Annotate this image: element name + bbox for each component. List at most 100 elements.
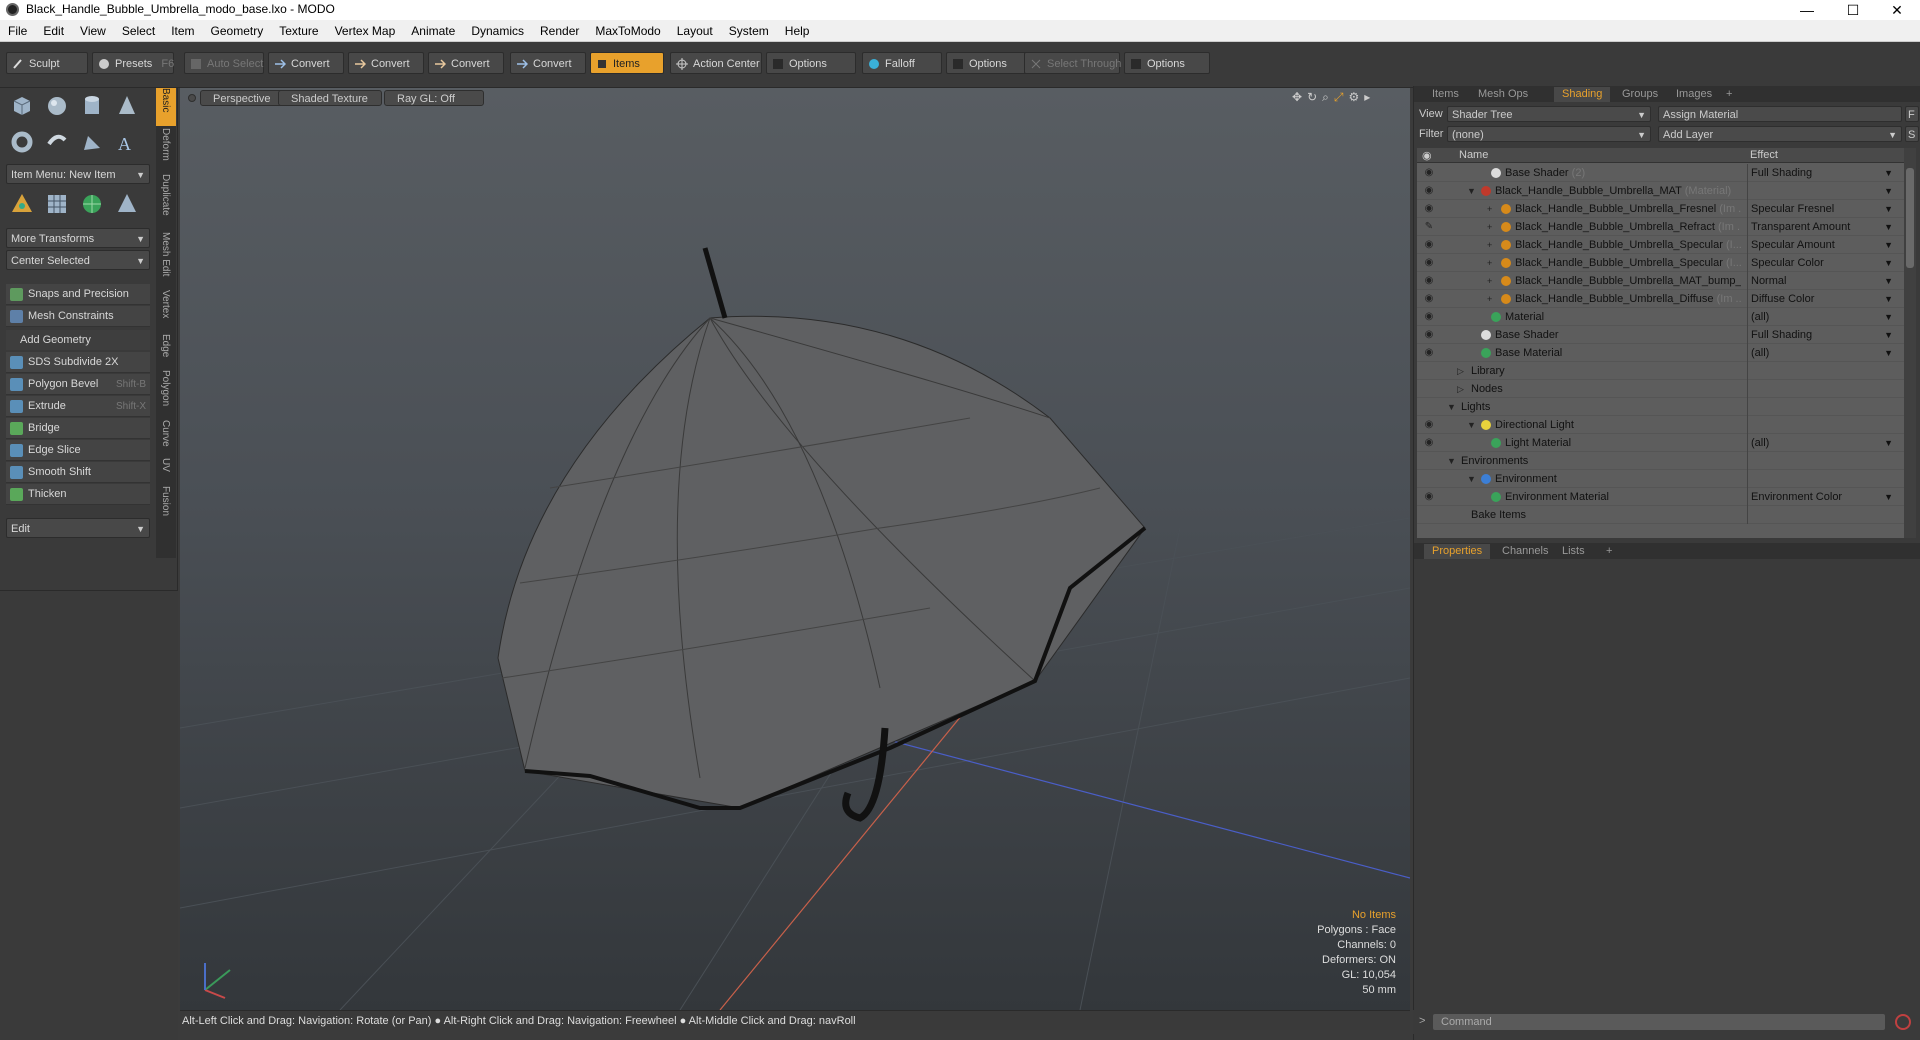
pyramid-grid-icon[interactable] bbox=[113, 190, 141, 218]
convert-button-2[interactable]: Convert bbox=[348, 52, 424, 74]
expand-toggle-icon[interactable]: ▼ bbox=[1447, 452, 1456, 470]
shader-tree-row[interactable]: ▷ Library bbox=[1417, 362, 1904, 380]
item-menu-dropdown[interactable]: Item Menu: New Item ▼ bbox=[6, 164, 150, 184]
convert-button-4[interactable]: Convert bbox=[510, 52, 586, 74]
layer-effect[interactable]: Full Shading ▼ bbox=[1747, 326, 1897, 344]
tab-items[interactable]: Items bbox=[1424, 87, 1467, 102]
sphere-primitive-icon[interactable] bbox=[43, 92, 71, 120]
zoom-view-icon[interactable]: ⌕ bbox=[1322, 90, 1334, 104]
shader-tree-row[interactable]: ◉ + Black_Handle_Bubble_Umbrella_Specular … bbox=[1417, 254, 1904, 272]
layer-effect[interactable]: Transparent Amount ▼ bbox=[1747, 218, 1897, 236]
tool-polygon-bevel[interactable]: Polygon Bevel Shift-B bbox=[6, 374, 150, 395]
mesh-constraints-button[interactable]: Mesh Constraints bbox=[6, 306, 150, 327]
menu-help[interactable]: Help bbox=[777, 20, 818, 42]
expand-toggle-icon[interactable]: ▼ bbox=[1467, 416, 1476, 434]
expand-toggle-icon[interactable]: ▷ bbox=[1457, 380, 1464, 398]
vtab-deform[interactable]: Deform bbox=[156, 128, 176, 170]
menu-maxtomodo[interactable]: MaxToModo bbox=[587, 20, 668, 42]
sculpt-button[interactable]: Sculpt bbox=[6, 52, 88, 74]
eye-icon[interactable]: ◉ bbox=[1422, 326, 1436, 344]
shader-tree-row[interactable]: ▼ Lights bbox=[1417, 398, 1904, 416]
close-button[interactable]: ✕ bbox=[1874, 0, 1920, 20]
transform-gizmo-icon[interactable] bbox=[8, 190, 36, 218]
options-button-2[interactable]: Options bbox=[946, 52, 1026, 74]
viewport-settings-icon[interactable]: ⚙ bbox=[1348, 90, 1364, 104]
layer-effect[interactable]: Specular Fresnel ▼ bbox=[1747, 200, 1897, 218]
vtab-uv[interactable]: UV bbox=[156, 458, 176, 482]
tool-bridge[interactable]: Bridge bbox=[6, 418, 150, 439]
layer-effect[interactable]: Specular Color ▼ bbox=[1747, 254, 1897, 272]
falloff-button[interactable]: Falloff bbox=[862, 52, 942, 74]
shader-tree-row[interactable]: Bake Items bbox=[1417, 506, 1904, 524]
vtab-vertex[interactable]: Vertex bbox=[156, 290, 176, 330]
eye-icon[interactable]: ◉ bbox=[1422, 164, 1436, 182]
menu-geometry[interactable]: Geometry bbox=[203, 20, 272, 42]
shader-tree-row[interactable]: ◉ ▼ Black_Handle_Bubble_Umbrella_MAT (Mate… bbox=[1417, 182, 1904, 200]
shader-tree-row[interactable]: ◉ + Black_Handle_Bubble_Umbrella_Fresnel (… bbox=[1417, 200, 1904, 218]
tool-smooth-shift[interactable]: Smooth Shift bbox=[6, 462, 150, 483]
filter-dropdown[interactable]: (none) ▼ bbox=[1447, 126, 1651, 142]
tab-add-lower[interactable]: + bbox=[1598, 544, 1620, 559]
minimize-button[interactable]: — bbox=[1784, 0, 1830, 20]
layer-effect[interactable]: (all) ▼ bbox=[1747, 308, 1897, 326]
menu-select[interactable]: Select bbox=[114, 20, 163, 42]
shader-tree-row[interactable]: ▷ Nodes bbox=[1417, 380, 1904, 398]
vtab-basic[interactable]: Basic bbox=[156, 88, 176, 126]
tab-groups[interactable]: Groups bbox=[1614, 87, 1666, 102]
layer-effect[interactable]: (all) ▼ bbox=[1747, 344, 1897, 362]
menu-render[interactable]: Render bbox=[532, 20, 587, 42]
edit-dropdown[interactable]: Edit ▼ bbox=[6, 518, 150, 538]
layer-effect[interactable]: Normal ▼ bbox=[1747, 272, 1897, 290]
convert-button-1[interactable]: Convert bbox=[268, 52, 344, 74]
tab-channels[interactable]: Channels bbox=[1494, 544, 1556, 559]
auto-select-button[interactable]: Auto Select bbox=[184, 52, 264, 74]
shader-tree-row[interactable]: ◉ + Black_Handle_Bubble_Umbrella_Specular … bbox=[1417, 236, 1904, 254]
viewport-nav-icons[interactable]: ✥↻⌕⤢⚙▸ bbox=[1292, 90, 1375, 105]
vtab-polygon[interactable]: Polygon bbox=[156, 370, 176, 416]
eye-icon[interactable]: ◉ bbox=[1422, 416, 1436, 434]
column-effect[interactable]: Effect bbox=[1750, 149, 1778, 161]
eye-icon[interactable]: ◉ bbox=[1422, 200, 1436, 218]
shader-tree-row[interactable]: ◉ Material (all) ▼ bbox=[1417, 308, 1904, 326]
items-mode-button[interactable]: Items bbox=[590, 52, 664, 74]
tool-thicken[interactable]: Thicken bbox=[6, 484, 150, 505]
vtab-mesh-edit[interactable]: Mesh Edit bbox=[156, 232, 176, 286]
presets-button[interactable]: Presets F6 bbox=[92, 52, 174, 74]
shader-tree-row[interactable]: ◉ + Black_Handle_Bubble_Umbrella_MAT_bump_… bbox=[1417, 272, 1904, 290]
s-button[interactable]: S bbox=[1905, 126, 1919, 142]
tool-edge-slice[interactable]: Edge Slice bbox=[6, 440, 150, 461]
torus-primitive-icon[interactable] bbox=[8, 128, 36, 156]
cone-primitive-icon[interactable] bbox=[113, 92, 141, 120]
record-icon[interactable] bbox=[1895, 1014, 1911, 1030]
shader-tree-row[interactable]: ◉ Light Material (all) ▼ bbox=[1417, 434, 1904, 452]
3d-viewport[interactable]: Perspective Shaded Texture Ray GL: Off ✥… bbox=[180, 88, 1410, 1010]
shader-tree-row[interactable]: ▼ Environments bbox=[1417, 452, 1904, 470]
fit-view-icon[interactable]: ⤢ bbox=[1334, 90, 1349, 104]
eye-icon[interactable]: ◉ bbox=[1422, 272, 1436, 290]
snaps-precision-button[interactable]: Snaps and Precision bbox=[6, 284, 150, 305]
menu-animate[interactable]: Animate bbox=[403, 20, 463, 42]
layer-effect[interactable]: Specular Amount ▼ bbox=[1747, 236, 1897, 254]
assign-material-button[interactable]: Assign Material bbox=[1658, 106, 1902, 122]
move-view-icon[interactable]: ✥ bbox=[1292, 90, 1307, 104]
vtab-curve[interactable]: Curve bbox=[156, 420, 176, 454]
menu-view[interactable]: View bbox=[72, 20, 114, 42]
vtab-duplicate[interactable]: Duplicate bbox=[156, 174, 176, 228]
add-geometry-header[interactable]: Add Geometry bbox=[6, 330, 150, 350]
shader-tree-row[interactable]: ◉ Base Shader Full Shading ▼ bbox=[1417, 326, 1904, 344]
shading-mode-dropdown[interactable]: Shaded Texture bbox=[278, 90, 382, 106]
text-tool-icon[interactable]: A bbox=[113, 128, 141, 156]
layer-effect[interactable]: Environment Color ▼ bbox=[1747, 488, 1897, 506]
menu-file[interactable]: File bbox=[0, 20, 35, 42]
rotate-view-icon[interactable]: ↻ bbox=[1307, 90, 1322, 104]
tab-add[interactable]: + bbox=[1718, 87, 1740, 102]
eye-icon[interactable]: ◉ bbox=[1422, 290, 1436, 308]
column-name[interactable]: Name bbox=[1459, 149, 1488, 161]
tool-extrude[interactable]: Extrude Shift-X bbox=[6, 396, 150, 417]
layer-effect[interactable]: (all) ▼ bbox=[1747, 434, 1897, 452]
options-button-3[interactable]: Options bbox=[1124, 52, 1210, 74]
menu-edit[interactable]: Edit bbox=[35, 20, 72, 42]
grid-icon[interactable] bbox=[43, 190, 71, 218]
tab-lists[interactable]: Lists bbox=[1554, 544, 1593, 559]
menu-layout[interactable]: Layout bbox=[669, 20, 721, 42]
